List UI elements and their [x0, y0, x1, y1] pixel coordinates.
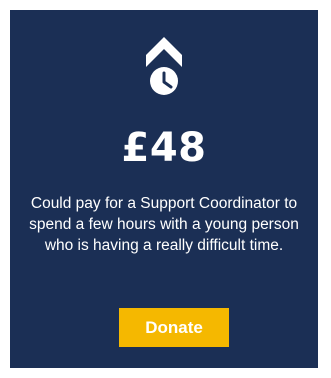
- donation-description: Could pay for a Support Coordinator to s…: [29, 195, 299, 254]
- donation-amount: £48: [121, 125, 207, 171]
- donation-card: £48 Could pay for a Support Coordinator …: [10, 10, 318, 368]
- chevron-up-clock-icon: [146, 37, 182, 95]
- donate-button[interactable]: Donate: [119, 308, 229, 347]
